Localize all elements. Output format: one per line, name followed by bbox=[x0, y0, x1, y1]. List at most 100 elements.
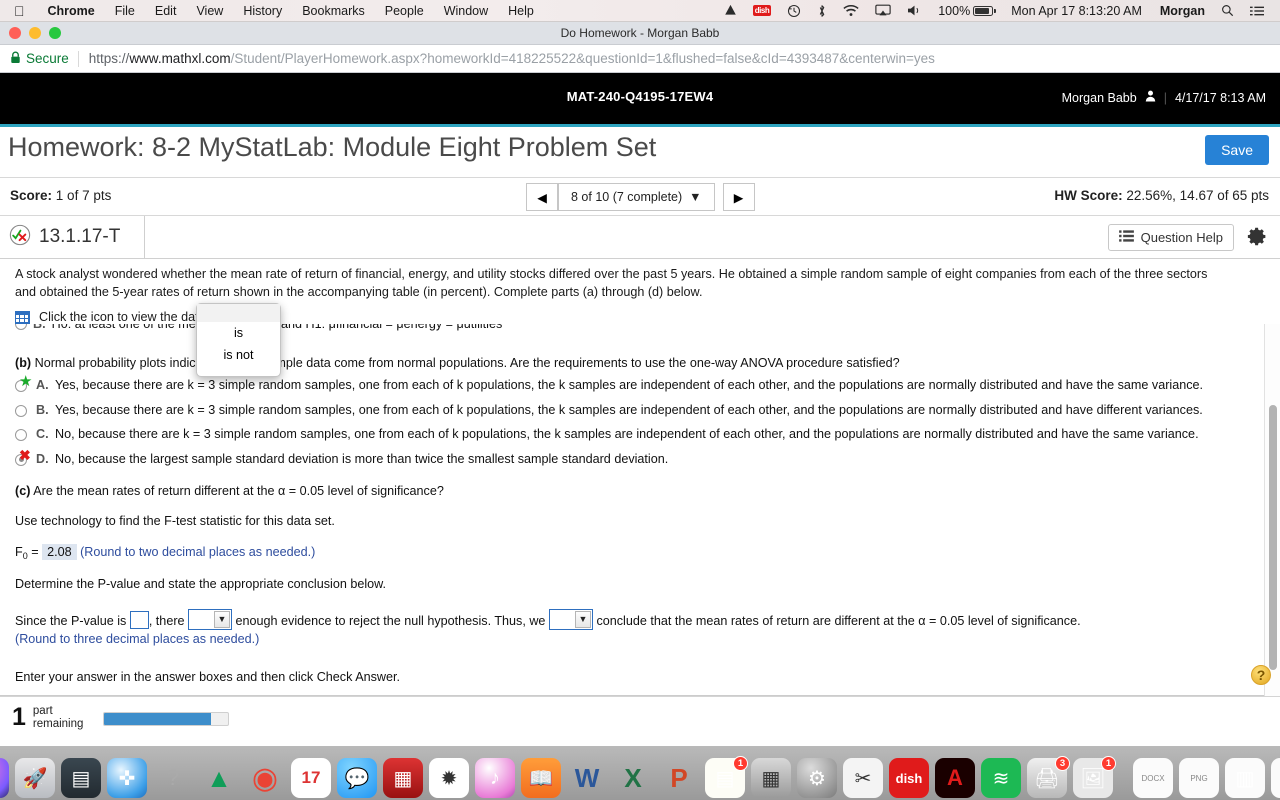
save-button[interactable]: Save bbox=[1205, 135, 1269, 165]
dock-item-printer[interactable]: 🖨 3 bbox=[1027, 756, 1070, 798]
dock-item-snipping-tool[interactable]: ✂ bbox=[843, 758, 883, 798]
secure-label: Secure bbox=[26, 51, 69, 66]
scrollbar-thumb[interactable] bbox=[1269, 405, 1277, 670]
menu-history[interactable]: History bbox=[233, 4, 292, 18]
dock-item-pdf-folder[interactable]: ▨ bbox=[1271, 758, 1280, 798]
prev-question-button[interactable]: ◀ bbox=[526, 183, 558, 211]
choice-a-text: Yes, because there are k = 3 simple rand… bbox=[55, 378, 1204, 392]
photo-booth-icon: ▦ bbox=[393, 767, 413, 790]
choice-a[interactable]: ★ A. Yes, because there are k = 3 simple… bbox=[15, 374, 1266, 394]
dock-item-calculator[interactable]: ▦ bbox=[751, 758, 791, 798]
dock-item-photo-booth[interactable]: ▦ bbox=[383, 758, 423, 798]
battery-percent-label: 100% bbox=[938, 3, 971, 18]
dock-item-ibooks[interactable]: 📖 bbox=[521, 758, 561, 798]
battery-indicator[interactable]: 100% bbox=[930, 4, 1001, 18]
radio-b[interactable] bbox=[15, 404, 27, 417]
dock-item-preview[interactable]: 🖼 1 bbox=[1073, 756, 1116, 798]
dock-item-launchpad[interactable]: 🚀 bbox=[15, 758, 55, 798]
google-drive-icon[interactable] bbox=[716, 4, 745, 17]
menu-file[interactable]: File bbox=[105, 4, 145, 18]
menu-view[interactable]: View bbox=[186, 4, 233, 18]
header-user-name[interactable]: Morgan Babb bbox=[1062, 91, 1137, 105]
question-help-button[interactable]: Question Help bbox=[1107, 224, 1234, 251]
address-url[interactable]: https://www.mathxl.com/Student/PlayerHom… bbox=[89, 51, 935, 66]
question-navigator: ◀ 8 of 10 (7 complete) ▼ ▶ bbox=[526, 183, 755, 211]
part-c-label: (c) bbox=[15, 483, 31, 498]
menu-chrome[interactable]: Chrome bbox=[38, 4, 105, 18]
f-value-answer-box[interactable]: 2.08 bbox=[42, 543, 77, 560]
next-question-button[interactable]: ▶ bbox=[722, 183, 755, 211]
menu-help[interactable]: Help bbox=[498, 4, 544, 18]
pvalue-input[interactable] bbox=[129, 610, 149, 629]
browser-address-bar[interactable]: Secure https://www.mathxl.com/Student/Pl… bbox=[0, 45, 1280, 73]
microsoft-excel-icon: X bbox=[624, 762, 642, 793]
notification-center-icon[interactable] bbox=[1242, 5, 1272, 17]
conclude-select[interactable]: ▼ bbox=[548, 608, 593, 630]
menubar-clock[interactable]: Mon Apr 17 8:13:20 AM bbox=[1001, 4, 1152, 18]
dock-item-presentation-file[interactable]: ▥ bbox=[1225, 758, 1265, 798]
ibooks-icon: 📖 bbox=[528, 767, 554, 790]
dock-item-google-drive[interactable]: ▲ bbox=[199, 758, 239, 798]
volume-icon[interactable] bbox=[899, 4, 930, 17]
choice-d[interactable]: ✖ D. No, because the largest sample stan… bbox=[15, 448, 1266, 468]
gear-icon[interactable] bbox=[1247, 226, 1268, 252]
dropdown-option-is-not[interactable]: is not bbox=[197, 344, 280, 366]
spotlight-search-icon[interactable] bbox=[1213, 4, 1242, 17]
dock-item-google-chrome[interactable]: ◉ bbox=[245, 758, 285, 798]
dock-item-messages[interactable]: 💬 bbox=[337, 758, 377, 798]
dock-badge: 3 bbox=[1055, 756, 1070, 771]
choice-c[interactable]: C. No, because there are k = 3 simple ra… bbox=[15, 427, 1266, 443]
choice-b[interactable]: B. Yes, because there are k = 3 simple r… bbox=[15, 403, 1266, 419]
chevron-down-icon-conclude: ▼ bbox=[574, 610, 591, 628]
dock-item-dish-anywhere[interactable]: dish bbox=[889, 758, 929, 798]
dock-item-notes[interactable]: ▤ 1 bbox=[705, 756, 748, 798]
docx-file-icon: DOCX bbox=[1141, 773, 1165, 783]
dock-item-spotify[interactable]: ≋ bbox=[981, 758, 1021, 798]
radio-cut-b[interactable] bbox=[15, 324, 27, 330]
window-title: Do Homework - Morgan Babb bbox=[560, 26, 720, 40]
dock-item-itunes[interactable]: ♪ bbox=[475, 758, 515, 798]
dock-item-microsoft-excel[interactable]: X bbox=[613, 758, 653, 798]
bluetooth-icon[interactable] bbox=[809, 4, 835, 18]
apple-logo-icon[interactable]:  bbox=[0, 4, 38, 18]
evidence-select[interactable]: ▼ bbox=[188, 608, 233, 630]
choice-b-text: Yes, because there are k = 3 simple rand… bbox=[55, 402, 1203, 417]
menu-edit[interactable]: Edit bbox=[145, 4, 187, 18]
dock-item-help-placeholder[interactable]: ? bbox=[153, 758, 193, 798]
dock-item-mission-control[interactable]: ▤ bbox=[61, 758, 101, 798]
dock-item-siri[interactable] bbox=[0, 758, 9, 798]
dish-menu-icon[interactable]: dish bbox=[745, 5, 779, 16]
dock-item-microsoft-word[interactable]: W bbox=[567, 758, 607, 798]
radio-c[interactable] bbox=[15, 429, 27, 441]
dropdown-option-blank[interactable] bbox=[197, 304, 280, 322]
hw-score-label: HW Score: bbox=[1054, 188, 1123, 203]
menu-people[interactable]: People bbox=[375, 4, 434, 18]
dock-item-calendar[interactable]: 17 bbox=[291, 758, 331, 798]
f-statistic-row: F0 = 2.08 (Round to two decimal places a… bbox=[15, 543, 1266, 561]
menubar-user[interactable]: Morgan bbox=[1152, 4, 1213, 18]
evidence-dropdown-menu[interactable]: is is not bbox=[196, 303, 281, 377]
dock-item-system-preferences[interactable]: ⚙ bbox=[797, 758, 837, 798]
dock-item-png-file[interactable]: PNG bbox=[1179, 758, 1219, 798]
menu-bookmarks[interactable]: Bookmarks bbox=[292, 4, 375, 18]
dock-item-adobe-acrobat[interactable]: A bbox=[935, 758, 975, 798]
dock-item-microsoft-powerpoint[interactable]: P bbox=[659, 758, 699, 798]
time-machine-icon[interactable] bbox=[779, 4, 809, 18]
question-mark-help-icon[interactable]: ? bbox=[1251, 665, 1271, 685]
dock-item-docx-file[interactable]: DOCX bbox=[1133, 758, 1173, 798]
dock-item-safari[interactable]: ✜ bbox=[107, 758, 147, 798]
menu-window[interactable]: Window bbox=[434, 4, 498, 18]
vertical-scrollbar[interactable] bbox=[1264, 324, 1280, 696]
question-body-scroll-area[interactable]: B. H0: at least one of the means is diff… bbox=[0, 324, 1280, 696]
wifi-icon[interactable] bbox=[835, 4, 867, 17]
launchpad-icon: 🚀 bbox=[22, 767, 48, 790]
dock-item-photos[interactable]: ✹ bbox=[429, 758, 469, 798]
f-equals: = bbox=[31, 544, 39, 559]
snipping-tool-icon: ✂ bbox=[854, 767, 872, 790]
user-avatar-icon[interactable] bbox=[1145, 90, 1156, 105]
part-c-prompt: (c) Are the mean rates of return differe… bbox=[15, 484, 1266, 498]
airplay-icon[interactable] bbox=[867, 4, 899, 17]
question-selector[interactable]: 8 of 10 (7 complete) ▼ bbox=[558, 183, 715, 211]
dropdown-option-is[interactable]: is bbox=[197, 322, 280, 344]
question-id-label: 13.1.17-T bbox=[39, 226, 121, 247]
